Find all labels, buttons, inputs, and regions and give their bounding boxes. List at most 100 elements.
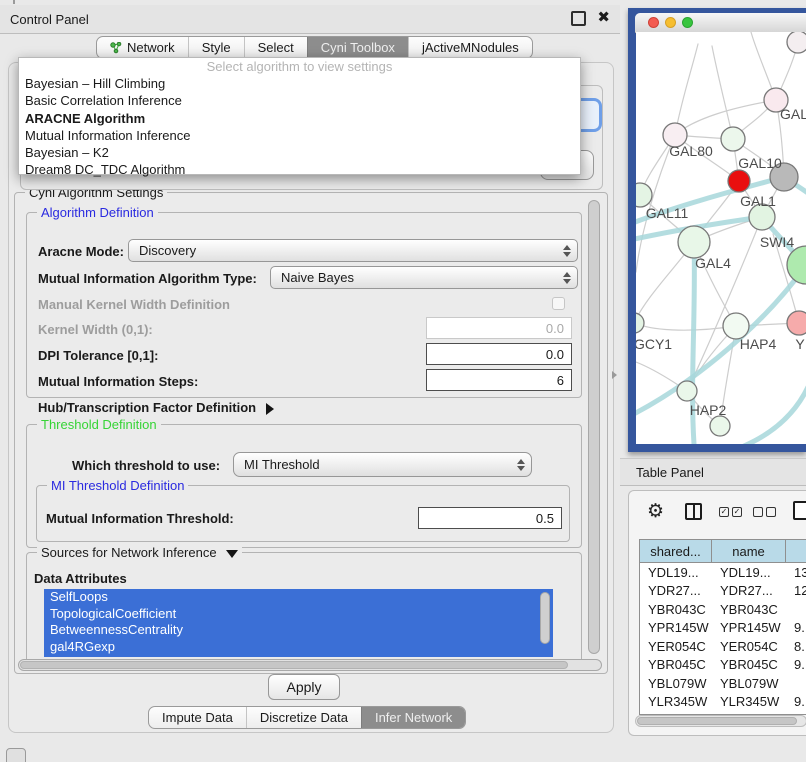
table-cell: YLR345W	[640, 693, 712, 712]
algorithm-option-aracne-algorithm[interactable]: ARACNE Algorithm	[19, 110, 580, 127]
table-cell: YDR27...	[712, 582, 786, 601]
table-row[interactable]: YPR145WYPR145W9.	[640, 619, 806, 638]
column-header-shared-[interactable]: shared...	[640, 540, 712, 562]
algorithm-option-bayesian-hill-climbing[interactable]: Bayesian – Hill Climbing	[19, 75, 580, 92]
attribute-item-selfloops[interactable]: SelfLoops	[44, 589, 553, 606]
tab-infer-network[interactable]: Infer Network	[361, 707, 465, 728]
network-node-gcy1[interactable]	[636, 313, 644, 333]
network-node-labels: GALGAL80GAL10GAL1GAL11SWI4GAL4GCY1HAP4YH…	[636, 106, 806, 418]
settings-vertical-scrollbar[interactable]	[588, 200, 600, 654]
network-window-titlebar[interactable]	[635, 13, 806, 33]
control-panel-title: Control Panel	[10, 12, 89, 27]
data-attributes-label: Data Attributes	[34, 571, 127, 586]
table-cell: YBR045C	[640, 656, 712, 675]
tab-style-label: Style	[202, 40, 231, 55]
minimize-icon[interactable]	[665, 17, 676, 28]
attribute-item-topologicalcoefficient[interactable]: TopologicalCoefficient	[44, 606, 553, 623]
splitter-arrow-icon[interactable]	[612, 371, 617, 379]
columns-icon[interactable]	[685, 503, 702, 520]
which-threshold-select[interactable]: MI Threshold	[233, 452, 532, 477]
mi-type-label: Mutual Information Algorithm Type:	[38, 271, 257, 286]
manual-kernel-checkbox[interactable]	[552, 297, 565, 310]
mi-threshold-label: Mutual Information Threshold:	[46, 511, 234, 526]
close-icon[interactable]	[648, 17, 659, 28]
table-row[interactable]: YER054CYER054C8.	[640, 637, 806, 656]
mi-threshold-field[interactable]: 0.5	[418, 507, 562, 529]
tab-infer-network-label: Infer Network	[375, 710, 452, 725]
data-attributes-list[interactable]: SelfLoopsTopologicalCoefficientBetweenne…	[44, 589, 553, 657]
algorithm-option-dream8-dc-tdc-algorithm[interactable]: Dream8 DC_TDC Algorithm	[19, 161, 580, 178]
node-label-swi4: SWI4	[760, 234, 794, 250]
algorithm-option-mutual-information-inference[interactable]: Mutual Information Inference	[19, 127, 580, 144]
manual-kernel-label: Manual Kernel Width Definition	[38, 297, 230, 312]
network-node[interactable]	[710, 416, 730, 436]
tab-discretize-data[interactable]: Discretize Data	[246, 707, 361, 728]
tab-impute-data[interactable]: Impute Data	[149, 707, 246, 728]
attribute-item-betweennesscentrality[interactable]: BetweennessCentrality	[44, 622, 553, 639]
document-icon[interactable]	[793, 501, 806, 520]
tab-select[interactable]: Select	[244, 37, 307, 58]
deselect-all-icon[interactable]	[766, 507, 776, 517]
network-node-gal4[interactable]	[678, 226, 710, 258]
table-row[interactable]: YBR043CYBR043C	[640, 600, 806, 619]
spinner-icon	[562, 272, 570, 284]
hub-factor-expander[interactable]: Hub/Transcription Factor Definition	[38, 400, 274, 415]
tab-jactivemnodules[interactable]: jActiveMNodules	[408, 37, 532, 58]
zoom-icon[interactable]	[682, 17, 693, 28]
aracne-mode-label: Aracne Mode:	[38, 244, 124, 259]
tab-cyni-toolbox[interactable]: Cyni Toolbox	[307, 37, 408, 58]
network-node-gal1[interactable]	[728, 170, 750, 192]
algorithm-option-bayesian-k2[interactable]: Bayesian – K2	[19, 144, 580, 161]
network-node-y[interactable]	[787, 311, 806, 335]
settings-horizontal-scrollbar-thumb[interactable]	[20, 661, 568, 669]
select-all-icon[interactable]: ✓	[719, 507, 729, 517]
table-row[interactable]: YDR27...YDR27...12	[640, 582, 806, 601]
threshold-definition-title: Threshold Definition	[37, 417, 161, 432]
panel-icon[interactable]	[6, 748, 26, 762]
column-header-name[interactable]: name	[712, 540, 786, 562]
table-horizontal-scrollbar-track[interactable]	[635, 715, 806, 727]
float-icon[interactable]	[571, 11, 586, 26]
sources-group-title[interactable]: Sources for Network Inference	[37, 545, 242, 560]
table-cell: 9.	[786, 693, 806, 712]
table-cell: YPR145W	[712, 619, 786, 638]
network-node-gal10[interactable]	[721, 127, 745, 151]
aracne-mode-select[interactable]: Discovery	[128, 239, 578, 262]
network-node-hap2[interactable]	[677, 381, 697, 401]
table-horizontal-scrollbar-thumb[interactable]	[637, 717, 797, 725]
gear-icon[interactable]: ⚙	[647, 502, 664, 522]
table-row[interactable]: YBL079WYBL079W	[640, 674, 806, 693]
node-label-gal1: GAL1	[740, 193, 776, 209]
algorithm-option-basic-correlation-inference[interactable]: Basic Correlation Inference	[19, 92, 580, 109]
table-body: YDL19...YDL19...13YDR27...YDR27...12YBR0…	[640, 563, 806, 715]
tab-cyni-toolbox-label: Cyni Toolbox	[321, 40, 395, 55]
mi-type-select[interactable]: Naive Bayes	[270, 266, 578, 289]
select-all-icon[interactable]: ✓	[732, 507, 742, 517]
tab-network-label: Network	[127, 40, 175, 55]
list-vertical-scrollbar[interactable]	[540, 592, 550, 644]
table-row[interactable]: YDL19...YDL19...13	[640, 563, 806, 582]
table-cell: YDL19...	[712, 563, 786, 582]
network-edge-thick	[744, 387, 806, 444]
kernel-width-field[interactable]: 0.0	[426, 317, 572, 339]
apply-button[interactable]: Apply	[268, 674, 340, 700]
network-canvas[interactable]: GALGAL80GAL10GAL1GAL11SWI4GAL4GCY1HAP4YH…	[636, 32, 806, 444]
table-cell: YBL079W	[712, 674, 786, 693]
settings-horizontal-scrollbar-track[interactable]	[18, 659, 602, 671]
table-cell	[786, 600, 806, 619]
deselect-all-icon[interactable]	[753, 507, 763, 517]
tab-style[interactable]: Style	[188, 37, 244, 58]
tab-network[interactable]: Network	[97, 37, 188, 58]
attribute-item-gal4rgexp[interactable]: gal4RGexp	[44, 639, 553, 656]
table-row[interactable]: YBR045CYBR045C9.	[640, 656, 806, 675]
dpi-tolerance-field[interactable]: 0.0	[426, 343, 572, 365]
column-header-a[interactable]: A	[786, 540, 806, 562]
network-node-swi4[interactable]	[787, 246, 806, 284]
table-row[interactable]: YLR345WYLR345W9.	[640, 693, 806, 712]
mi-steps-field[interactable]: 6	[426, 369, 572, 391]
table-cell: YDR27...	[640, 582, 712, 601]
table-cell: YLR345W	[712, 693, 786, 712]
network-node[interactable]	[787, 32, 806, 53]
close-icon[interactable]: ✖	[597, 8, 610, 26]
node-table[interactable]: shared...nameA YDL19...YDL19...13YDR27..…	[639, 539, 806, 715]
